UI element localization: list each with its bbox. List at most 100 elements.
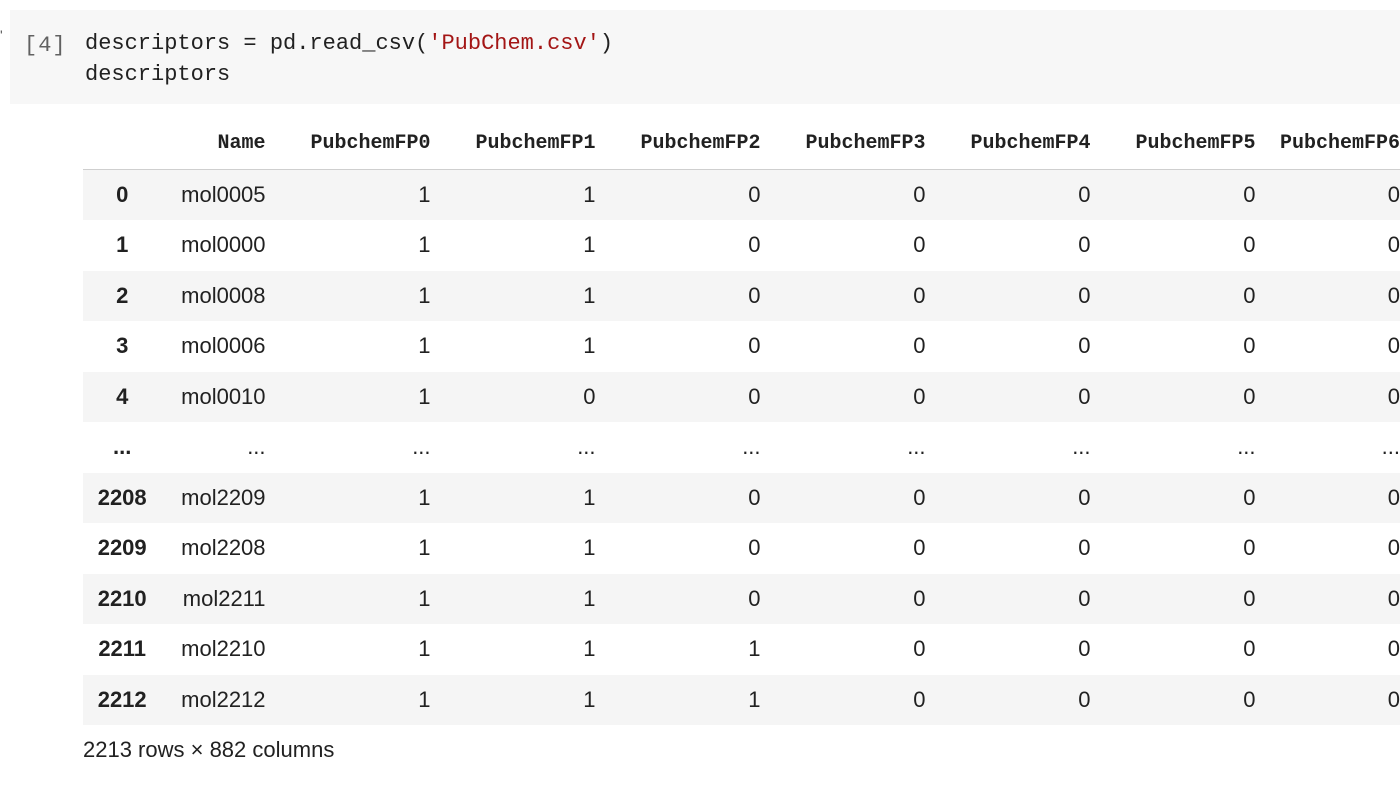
fingerprint-cell: 0 (1243, 282, 1256, 308)
table-row: 4 mol0010 1 0 0 0 0 0 0 (83, 371, 1400, 422)
table-row: 0 mol0005 1 1 0 0 0 0 0 (83, 169, 1400, 220)
code-token: descriptors (85, 62, 231, 87)
column-header: PubchemFP4 (925, 118, 1091, 170)
row-index: 2208 (97, 484, 147, 510)
column-header: PubchemFP3 (760, 118, 926, 170)
fingerprint-cell: 0 (748, 585, 761, 611)
fingerprint-cell: ... (1381, 434, 1400, 460)
row-index: 2 (116, 282, 129, 308)
name-cell: mol2210 (181, 636, 266, 662)
name-cell: mol2208 (181, 535, 266, 561)
fingerprint-cell: 0 (1078, 232, 1091, 258)
code-token: ) (599, 31, 614, 56)
fingerprint-cell: 0 (1078, 383, 1091, 409)
row-index: 2209 (97, 535, 147, 561)
fingerprint-cell: 0 (1078, 484, 1091, 510)
fingerprint-cell: 0 (1243, 535, 1256, 561)
column-header: PubchemFP1 (430, 118, 596, 170)
table-row: 2211 mol2210 1 1 1 0 0 0 0 (83, 624, 1400, 675)
fingerprint-cell: 1 (748, 636, 761, 662)
fingerprint-cell: 0 (1387, 333, 1400, 359)
fingerprint-cell: 0 (748, 484, 761, 510)
fingerprint-cell: 0 (748, 282, 761, 308)
fingerprint-cell: 0 (748, 535, 761, 561)
fingerprint-cell: 0 (1387, 181, 1400, 207)
code-editor[interactable]: descriptors = pd.read_csv('PubChem.csv')… (85, 28, 613, 90)
fingerprint-cell: 1 (583, 333, 596, 359)
fingerprint-cell: 0 (1243, 686, 1256, 712)
code-token: descriptors = pd.read_csv( (85, 31, 429, 56)
fingerprint-cell: 0 (913, 181, 926, 207)
row-index: 0 (116, 181, 129, 207)
fingerprint-cell: 0 (1243, 484, 1256, 510)
row-index: 4 (116, 383, 129, 409)
fingerprint-cell: 0 (748, 333, 761, 359)
dataframe-shape: 2213 rows × 882 columns (83, 737, 335, 762)
fingerprint-cell: 0 (913, 282, 926, 308)
index-header (83, 118, 162, 170)
fingerprint-cell: 0 (913, 686, 926, 712)
fingerprint-cell: 0 (1387, 535, 1400, 561)
name-cell: mol2212 (181, 686, 266, 712)
fingerprint-cell: ... (907, 434, 926, 460)
fingerprint-cell: 0 (1243, 232, 1256, 258)
name-cell: mol0008 (181, 282, 266, 308)
table-row: 3 mol0006 1 1 0 0 0 0 0 (83, 321, 1400, 372)
dataframe-table: Name PubchemFP0 PubchemFP1 PubchemFP2 Pubche… (83, 118, 1400, 725)
name-cell: mol0010 (181, 383, 266, 409)
fingerprint-cell: 0 (913, 333, 926, 359)
fingerprint-cell: 0 (1078, 585, 1091, 611)
fingerprint-cell: 0 (1078, 636, 1091, 662)
fingerprint-cell: 1 (583, 585, 596, 611)
fingerprint-cell: 0 (748, 181, 761, 207)
column-header: PubchemFP6 (1255, 118, 1400, 170)
fingerprint-cell: 0 (1243, 181, 1256, 207)
code-cell[interactable]: [4] descriptors = pd.read_csv('PubChem.c… (10, 10, 1400, 104)
column-header: Name (161, 118, 266, 170)
name-cell: mol0005 (181, 181, 266, 207)
fingerprint-cell: 1 (418, 535, 431, 561)
fingerprint-cell: 0 (1387, 383, 1400, 409)
row-index: 3 (116, 333, 129, 359)
fingerprint-cell: ... (1072, 434, 1091, 460)
fingerprint-cell: 0 (1387, 636, 1400, 662)
fingerprint-cell: 0 (1243, 333, 1256, 359)
name-cell: ... (247, 434, 266, 460)
fingerprint-cell: ... (412, 434, 431, 460)
fingerprint-cell: 1 (583, 232, 596, 258)
fingerprint-cell: 1 (418, 585, 431, 611)
fingerprint-cell: 0 (748, 383, 761, 409)
fingerprint-cell: 0 (1387, 686, 1400, 712)
fingerprint-cell: 0 (583, 383, 596, 409)
fingerprint-cell: 0 (913, 232, 926, 258)
execution-count: [4] (24, 33, 67, 58)
fingerprint-cell: 0 (1078, 181, 1091, 207)
column-header: PubchemFP0 (265, 118, 431, 170)
table-body: 0 mol0005 1 1 0 0 0 0 0 1 mol0000 1 1 0 0 0 0 0 2 mol0008 1 1… (83, 169, 1400, 725)
table-row: 2210 mol2211 1 1 0 0 0 0 0 (83, 573, 1400, 624)
name-cell: mol0006 (181, 333, 266, 359)
fingerprint-cell: 1 (583, 535, 596, 561)
row-index: 2210 (97, 585, 147, 611)
table-row: 1 mol0000 1 1 0 0 0 0 0 (83, 220, 1400, 271)
cell-output: Name PubchemFP0 PubchemFP1 PubchemFP2 Pubche… (83, 118, 1400, 725)
fingerprint-cell: 0 (1078, 282, 1091, 308)
column-header: PubchemFP2 (595, 118, 761, 170)
fingerprint-cell: 0 (1078, 535, 1091, 561)
fingerprint-cell: 0 (913, 484, 926, 510)
fingerprint-cell: 0 (748, 232, 761, 258)
fingerprint-cell: 0 (913, 535, 926, 561)
fingerprint-cell: 1 (418, 686, 431, 712)
fingerprint-cell: 0 (1387, 585, 1400, 611)
fingerprint-cell: 0 (1243, 636, 1256, 662)
fingerprint-cell: 1 (583, 282, 596, 308)
fingerprint-cell: 1 (418, 181, 431, 207)
table-header-row: Name PubchemFP0 PubchemFP1 PubchemFP2 Pubche… (83, 118, 1400, 170)
fingerprint-cell: 1 (418, 333, 431, 359)
fingerprint-cell: 0 (1078, 333, 1091, 359)
fingerprint-cell: 0 (913, 383, 926, 409)
fingerprint-cell: 1 (418, 282, 431, 308)
fingerprint-cell: ... (1237, 434, 1256, 460)
fingerprint-cell: 1 (418, 383, 431, 409)
fingerprint-cell: 1 (418, 232, 431, 258)
